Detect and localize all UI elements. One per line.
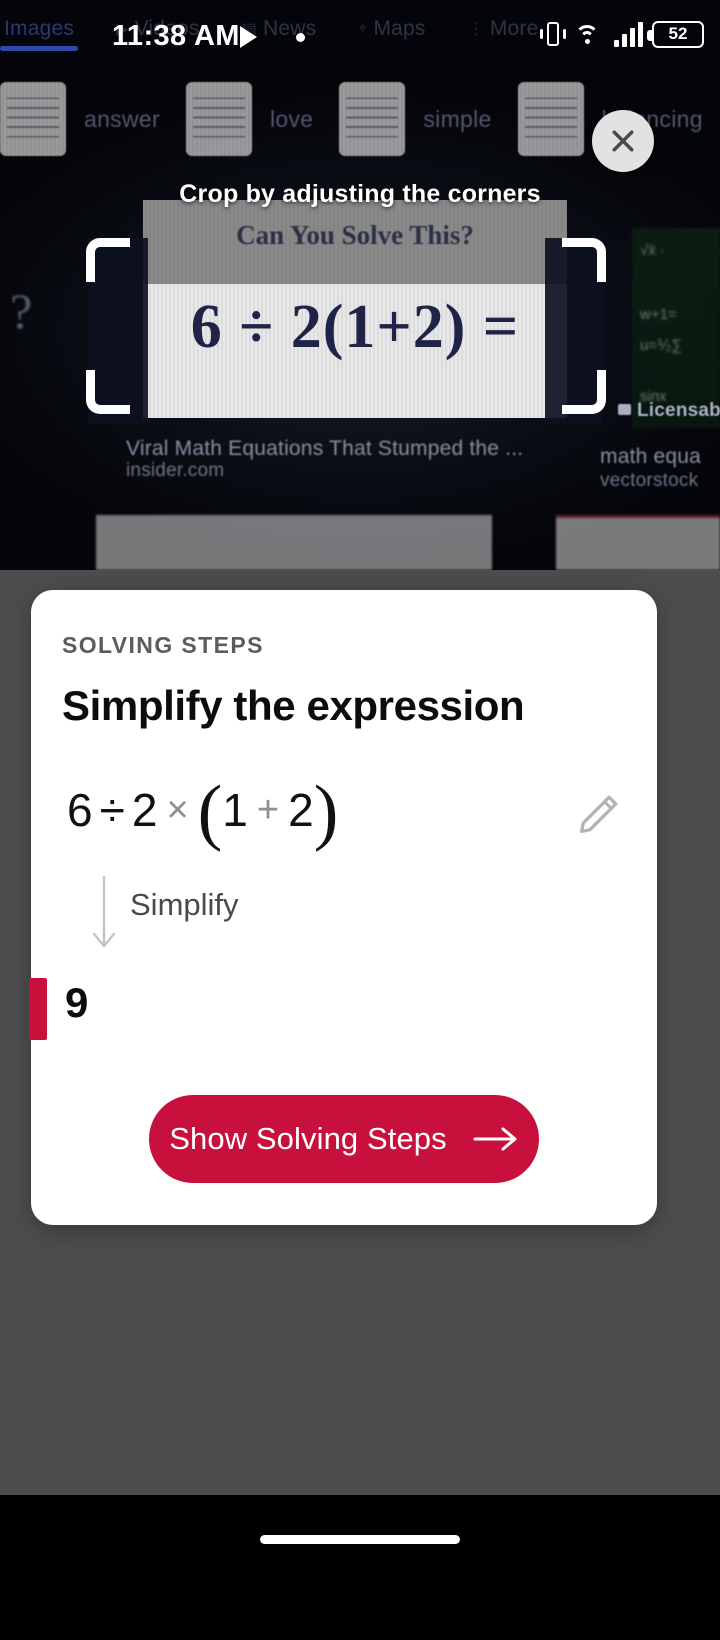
card-eyebrow-label: SOLVING STEPS: [62, 632, 264, 658]
step-operation-label: Simplify: [130, 887, 239, 922]
result-right-title: math equa: [600, 445, 702, 468]
chip-thumbnail: [185, 82, 252, 156]
home-indicator[interactable]: [260, 1535, 460, 1544]
crop-handle-bottom-left[interactable]: [86, 370, 130, 414]
chip-label: simple: [423, 105, 492, 132]
battery-icon: 52: [647, 20, 704, 48]
down-arrow-icon: [92, 874, 116, 948]
play-triangle-icon: [240, 26, 257, 48]
cellular-signal-icon: [614, 21, 643, 47]
expr-token: 1: [222, 784, 248, 836]
math-expression: 6 ÷ 2 × ( 1 + 2 ): [67, 771, 339, 853]
status-bar: 11:38 AM 52: [0, 0, 720, 62]
filter-chip[interactable]: love: [185, 82, 314, 156]
close-x-icon: [612, 130, 634, 152]
close-button[interactable]: [592, 110, 654, 172]
recording-dot-icon: [296, 33, 305, 42]
filter-chip[interactable]: simple: [339, 82, 491, 156]
expr-token: ÷: [99, 784, 125, 836]
right-arrow-icon: [473, 1127, 517, 1151]
chip-label: love: [269, 105, 314, 132]
crop-handle-top-left[interactable]: [86, 238, 130, 282]
result-accent-bar: [29, 978, 47, 1040]
licensable-badge: Licensab: [618, 400, 720, 422]
crop-hint-text: Crop by adjusting the corners: [179, 180, 541, 208]
result-value: 9: [65, 979, 89, 1026]
background-question-mark: ?: [10, 283, 33, 339]
expr-token: 2: [288, 784, 314, 836]
crop-handle-top-right[interactable]: [562, 238, 606, 282]
result-right-source: vectorstock: [600, 470, 699, 491]
background-lower-thumbnail-right: [556, 515, 720, 570]
licensable-label: Licensab: [637, 400, 720, 421]
solving-steps-card: SOLVING STEPS Simplify the expression 6 …: [29, 590, 657, 1225]
photo-headline-text: Can You Solve This?: [236, 220, 474, 250]
license-icon: [618, 404, 631, 415]
chip-label: answer: [84, 105, 160, 132]
background-green-panel: √x̄ · w+1= u=⅟₂∑ sinx: [632, 228, 720, 428]
expr-token: 2: [131, 784, 158, 836]
battery-level-label: 52: [668, 24, 688, 43]
chip-thumbnail: [0, 82, 66, 156]
card-title: Simplify the expression: [62, 682, 525, 729]
chip-thumbnail: [517, 82, 584, 156]
status-bar-icons: 52: [540, 20, 704, 48]
background-lower-thumbnail: [96, 515, 492, 570]
filter-chip[interactable]: answer: [0, 82, 160, 156]
camera-crop-backdrop: Images ▶ Videos ▤ News ⌖ Maps ⋮ More ans…: [0, 0, 720, 570]
vibrate-icon: [540, 20, 566, 48]
result-caption-source: insider.com: [126, 460, 225, 481]
status-bar-clock: 11:38 AM: [112, 20, 240, 52]
expr-token: 6: [67, 784, 93, 836]
chip-thumbnail: [339, 82, 406, 156]
pencil-edit-icon: [579, 795, 618, 834]
wifi-icon: [575, 21, 605, 47]
show-solving-steps-button[interactable]: Show Solving Steps: [149, 1095, 539, 1183]
expr-token: ×: [166, 788, 189, 831]
phone-screen: Images ▶ Videos ▤ News ⌖ Maps ⋮ More ans…: [0, 0, 720, 1640]
expression-row: 6 ÷ 2 × ( 1 + 2 ): [62, 771, 626, 863]
result-caption-title: Viral Math Equations That Stumped the ..…: [126, 437, 524, 460]
expr-token: +: [256, 788, 280, 831]
crop-handle-bottom-right[interactable]: [562, 370, 606, 414]
system-navigation-bar: [0, 1495, 720, 1640]
photo-equation-text: 6 ÷ 2(1+2) =: [190, 293, 520, 361]
edit-expression-button[interactable]: [574, 787, 626, 839]
step-transition-arrow: [86, 874, 122, 954]
show-solving-steps-label: Show Solving Steps: [169, 1121, 447, 1156]
